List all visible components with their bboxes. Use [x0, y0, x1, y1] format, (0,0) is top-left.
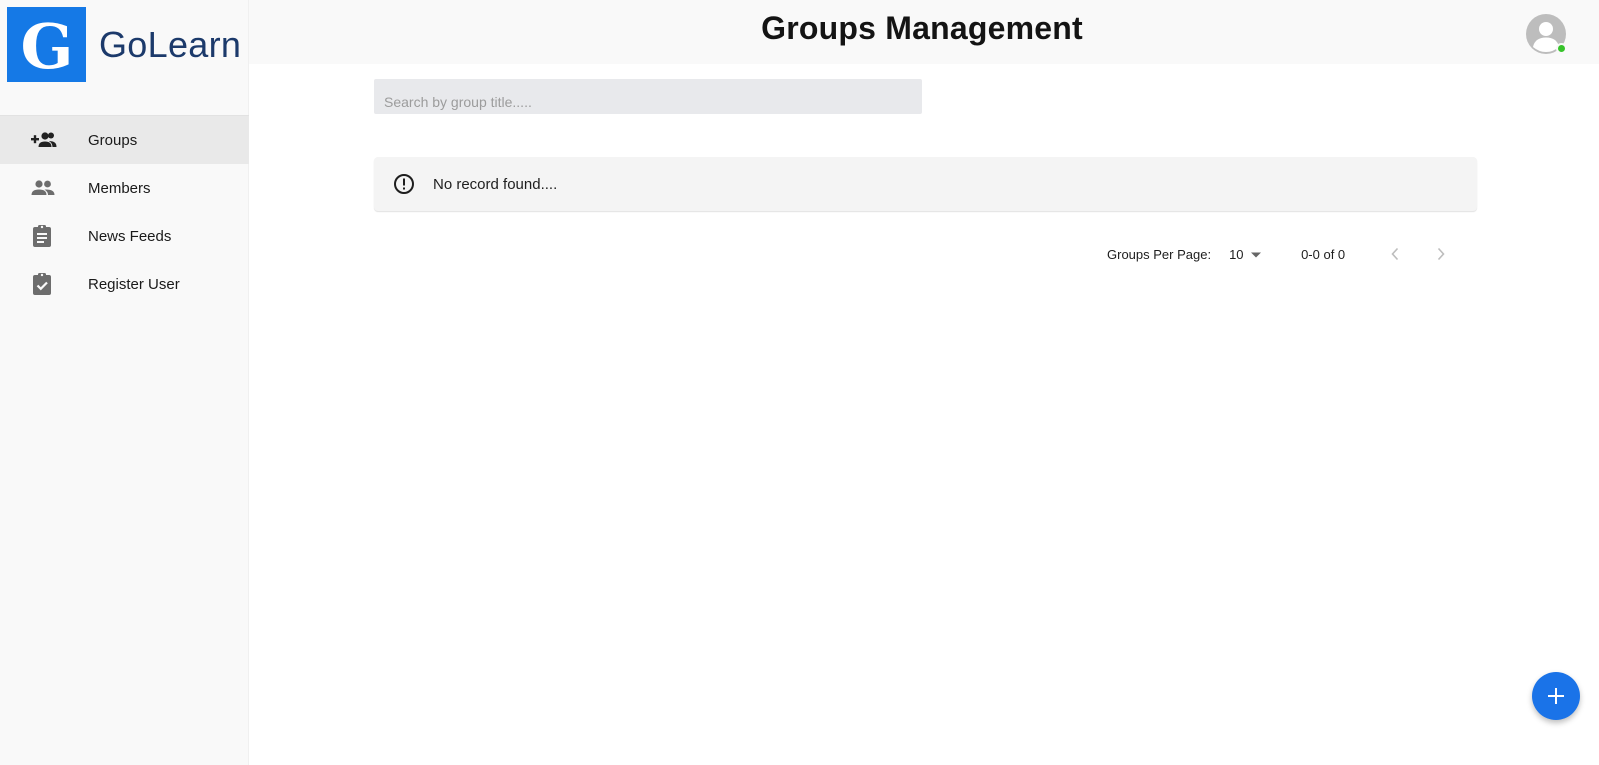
error-outline-icon — [392, 172, 416, 196]
next-page-button[interactable] — [1427, 242, 1455, 266]
per-page-value: 10 — [1229, 246, 1244, 262]
people-icon — [0, 179, 88, 197]
pagination: Groups Per Page: 10 0-0 of 0 — [1107, 242, 1455, 266]
chevron-right-icon — [1438, 247, 1445, 261]
add-group-button[interactable] — [1532, 672, 1580, 720]
search-input[interactable] — [374, 79, 922, 114]
sidebar: G GoLearn Groups Members News Feeds Regi… — [0, 0, 249, 765]
sidebar-item-label: Register User — [88, 275, 180, 293]
page-range-text: 0-0 of 0 — [1301, 246, 1346, 262]
chevron-left-icon — [1391, 247, 1399, 261]
plus-icon — [1548, 688, 1564, 704]
sidebar-nav: Groups Members News Feeds Register User — [0, 116, 249, 308]
sidebar-item-label: News Feeds — [88, 227, 172, 245]
per-page-select[interactable]: 10 — [1229, 247, 1293, 262]
sidebar-item-news-feeds[interactable]: News Feeds — [0, 212, 249, 260]
group-add-icon — [0, 130, 88, 150]
per-page-label: Groups Per Page: — [1107, 246, 1212, 262]
alert-message: No record found.... — [433, 175, 558, 193]
sidebar-item-groups[interactable]: Groups — [0, 116, 249, 164]
previous-page-button[interactable] — [1381, 242, 1409, 266]
page-title: Groups Management — [761, 10, 1083, 46]
assignment-icon — [0, 224, 88, 248]
online-status-indicator — [1556, 43, 1567, 54]
arrow-drop-down-icon — [1250, 247, 1262, 262]
sidebar-item-register-user[interactable]: Register User — [0, 260, 249, 308]
no-records-alert: No record found.... — [374, 157, 1477, 211]
sidebar-item-label: Members — [88, 179, 151, 197]
sidebar-item-members[interactable]: Members — [0, 164, 249, 212]
sidebar-item-label: Groups — [88, 131, 138, 149]
assignment-turned-in-icon — [0, 272, 88, 296]
